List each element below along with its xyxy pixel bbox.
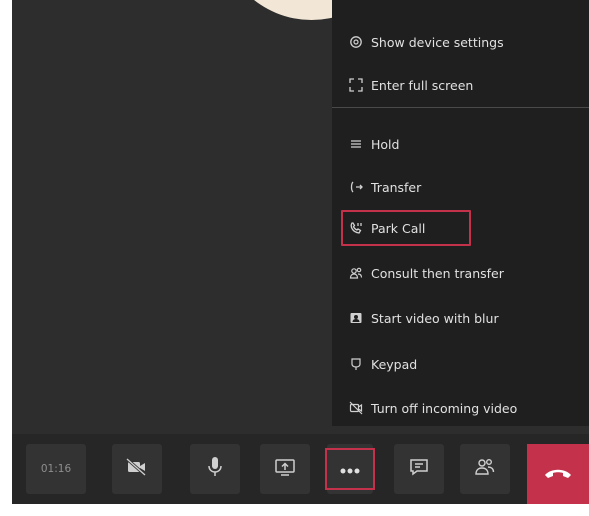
video-blur-icon <box>349 311 363 325</box>
menu-item-label: Hold <box>371 136 400 152</box>
video-off-icon <box>349 401 363 415</box>
share-screen-icon <box>274 458 296 480</box>
gear-icon <box>349 35 363 49</box>
menu-item-consult-then-transfer[interactable]: Consult then transfer <box>332 256 589 290</box>
menu-item-label: Start video with blur <box>371 310 499 326</box>
keypad-icon <box>349 357 363 371</box>
menu-item-label: Turn off incoming video <box>371 400 518 416</box>
share-screen-button[interactable] <box>260 444 310 494</box>
toolbar-gap <box>515 444 527 504</box>
microphone-icon <box>207 456 223 482</box>
transfer-icon <box>349 180 363 194</box>
menu-item-show-device-settings[interactable]: Show device settings <box>332 25 589 59</box>
hang-up-button[interactable] <box>527 444 589 504</box>
consult-transfer-icon <box>349 266 363 280</box>
menu-item-label: Transfer <box>371 179 422 195</box>
menu-item-enter-full-screen[interactable]: Enter full screen <box>332 68 589 102</box>
call-timer-text: 01:16 <box>40 463 72 475</box>
phone-hangup-icon <box>543 465 573 484</box>
fullscreen-icon <box>349 78 363 92</box>
menu-item-label: Keypad <box>371 356 418 372</box>
microphone-button[interactable] <box>190 444 240 494</box>
park-call-highlight <box>341 210 471 246</box>
hold-icon <box>349 137 363 151</box>
menu-item-turn-off-incoming-video[interactable]: Turn off incoming video <box>332 391 589 425</box>
camera-off-icon <box>126 457 148 480</box>
participants-button[interactable] <box>460 444 510 494</box>
more-actions-highlight <box>325 448 375 490</box>
call-stage: Show device settings Enter full screen H… <box>12 0 589 504</box>
call-toolbar: 01:16 <box>12 434 589 504</box>
camera-button[interactable] <box>112 444 162 494</box>
menu-divider <box>332 107 589 108</box>
menu-item-transfer[interactable]: Transfer <box>332 170 589 204</box>
menu-item-label: Show device settings <box>371 34 504 50</box>
menu-item-keypad[interactable]: Keypad <box>332 347 589 381</box>
chat-icon <box>408 457 430 481</box>
menu-item-label: Consult then transfer <box>371 265 504 281</box>
more-actions-menu: Show device settings Enter full screen H… <box>332 0 589 426</box>
people-icon <box>474 457 496 481</box>
menu-item-label: Enter full screen <box>371 77 474 93</box>
menu-item-start-video-with-blur[interactable]: Start video with blur <box>332 301 589 335</box>
chat-button[interactable] <box>394 444 444 494</box>
call-timer: 01:16 <box>26 444 86 494</box>
menu-item-hold[interactable]: Hold <box>332 127 589 161</box>
